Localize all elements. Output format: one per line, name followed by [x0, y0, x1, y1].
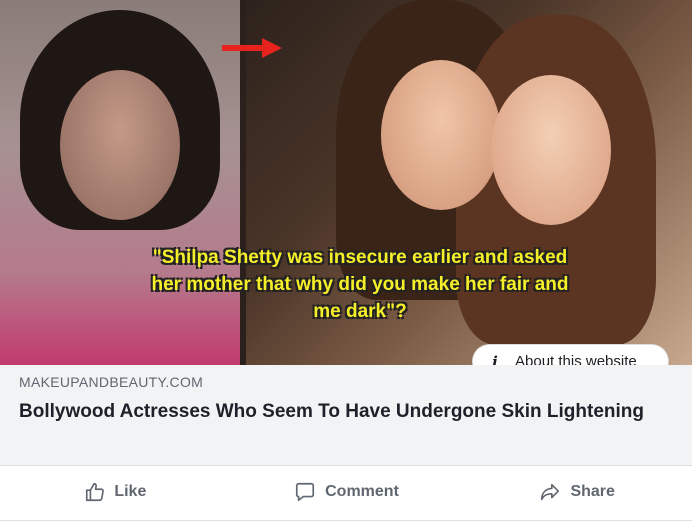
red-arrow-icon	[222, 38, 282, 58]
divider	[0, 520, 692, 521]
link-meta[interactable]: MAKEUPANDBEAUTY.COM Bollywood Actresses …	[0, 365, 692, 466]
like-button[interactable]: Like	[0, 472, 231, 512]
caption-line: her mother that why did you make her fai…	[151, 274, 569, 295]
portrait-face	[60, 70, 180, 220]
caption-line: me dark"?	[313, 301, 407, 322]
caption-line: "Shilpa Shetty was insecure earlier and …	[152, 247, 568, 268]
comment-button[interactable]: Comment	[231, 472, 462, 512]
link-domain: MAKEUPANDBEAUTY.COM	[19, 374, 204, 390]
link-headline[interactable]: Bollywood Actresses Who Seem To Have Und…	[19, 399, 659, 425]
share-arrow-icon	[541, 483, 560, 501]
portrait-face	[491, 75, 611, 225]
post-actions-bar: Like Comment Share	[0, 466, 692, 518]
comment-bubble-icon	[296, 482, 315, 502]
share-label: Share	[570, 483, 615, 500]
thumbs-up-icon	[86, 482, 105, 502]
share-button[interactable]: Share	[461, 472, 692, 512]
image-caption: "Shilpa Shetty was insecure earlier and …	[60, 244, 660, 325]
portrait-face	[381, 60, 501, 210]
link-preview-card: "Shilpa Shetty was insecure earlier and …	[0, 0, 692, 530]
like-label: Like	[114, 483, 147, 500]
comment-label: Comment	[325, 483, 399, 500]
article-thumbnail[interactable]: "Shilpa Shetty was insecure earlier and …	[0, 0, 692, 365]
